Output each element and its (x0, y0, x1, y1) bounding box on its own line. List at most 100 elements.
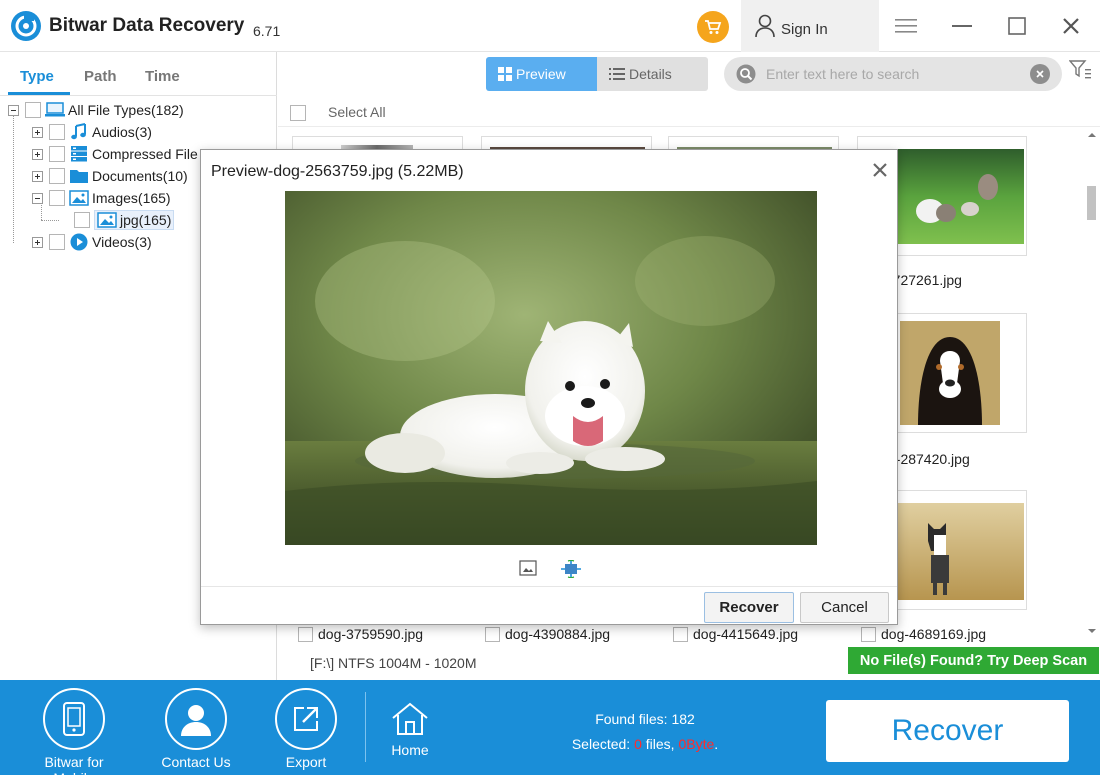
maximize-button[interactable] (1003, 12, 1031, 40)
fit-to-window-icon[interactable] (519, 560, 537, 576)
file-item[interactable]: dog-3759590.jpg (298, 626, 423, 642)
close-button[interactable] (1057, 12, 1085, 40)
thumbnail-image (900, 321, 1000, 425)
contact-us-button[interactable]: Contact Us (146, 688, 246, 770)
selected-mid: files, (641, 736, 679, 752)
preview-dialog: Preview-dog-2563759.jpg (5.22MB) Recover… (200, 149, 898, 625)
preview-view-button[interactable]: Preview (486, 57, 597, 91)
preview-label: Preview (516, 66, 566, 82)
dialog-recover-button[interactable]: Recover (704, 592, 794, 623)
selected-prefix: Selected: (571, 736, 635, 752)
tree-item-all[interactable]: All File Types(182) (8, 100, 184, 120)
dialog-cancel-button[interactable]: Cancel (800, 592, 889, 623)
collapse-toggle[interactable] (32, 192, 43, 204)
tree-item-images[interactable]: Images(165) (32, 188, 171, 208)
menu-button[interactable] (892, 12, 920, 40)
select-all-checkbox[interactable] (290, 105, 306, 121)
search-input[interactable] (766, 63, 1016, 85)
person-icon (165, 688, 227, 750)
found-files-count: Found files: 182 (595, 711, 695, 727)
preview-image (285, 191, 817, 545)
tree-label: Videos(3) (92, 234, 152, 250)
drive-info: [F:\] NTFS 1004M - 1020M (310, 655, 477, 671)
select-all-label[interactable]: Select All (328, 104, 386, 120)
tree-connector (13, 116, 14, 243)
checkbox[interactable] (74, 212, 90, 228)
active-tab-indicator (8, 92, 70, 95)
collapse-toggle[interactable] (8, 104, 19, 116)
bitwar-mobile-label: Bitwar for Mobile (44, 754, 104, 775)
checkbox[interactable] (298, 626, 313, 642)
file-item[interactable]: dog-4390884.jpg (485, 626, 610, 642)
checkbox[interactable] (25, 102, 41, 118)
checkbox[interactable] (49, 234, 65, 250)
export-button[interactable]: Export (256, 688, 356, 770)
bottom-bar: Bitwar for Mobile Contact Us Export Home… (0, 680, 1100, 775)
expand-toggle[interactable] (32, 126, 43, 138)
home-icon (392, 702, 428, 735)
clear-search-button[interactable] (1030, 64, 1050, 84)
scrollbar[interactable] (1084, 128, 1100, 640)
tree-label: Images(165) (92, 190, 171, 206)
file-name-row: dog-3759590.jpg dog-4390884.jpg dog-4415… (278, 624, 1086, 642)
checkbox[interactable] (49, 146, 65, 162)
file-name-label: dog-4390884.jpg (505, 626, 611, 642)
home-label: Home (391, 742, 429, 758)
actual-size-icon[interactable] (561, 560, 581, 578)
file-item[interactable]: dog-4689169.jpg (861, 626, 986, 642)
selected-node[interactable]: jpg(165) (94, 210, 175, 230)
checkbox[interactable] (49, 190, 65, 206)
tree-label: All File Types(182) (68, 102, 184, 118)
thumbnail-image (898, 149, 1024, 244)
scrollbar-thumb[interactable] (1087, 186, 1096, 220)
checkbox[interactable] (861, 626, 876, 642)
maximize-icon (1008, 17, 1026, 35)
dialog-title: Preview-dog-2563759.jpg (5.22MB) (211, 163, 464, 180)
app-logo-icon (11, 11, 41, 41)
cart-button[interactable] (697, 11, 729, 43)
tree-item-documents[interactable]: Documents(10) (32, 166, 188, 186)
sign-in-button[interactable]: Sign In (741, 0, 879, 52)
view-tabs: Type Path Time (0, 52, 277, 96)
search-icon (736, 64, 756, 84)
tab-time[interactable]: Time (145, 68, 180, 85)
contact-us-label: Contact Us (161, 754, 231, 770)
filter-icon[interactable] (1069, 60, 1091, 80)
bitwar-mobile-button[interactable]: Bitwar for Mobile (24, 688, 124, 775)
expand-toggle[interactable] (32, 148, 43, 160)
user-icon (755, 14, 775, 38)
checkbox[interactable] (673, 626, 688, 642)
scroll-down-icon[interactable] (1087, 626, 1097, 636)
deep-scan-button[interactable]: No File(s) Found? Try Deep Scan (848, 647, 1099, 674)
scroll-up-icon[interactable] (1087, 130, 1097, 140)
checkbox[interactable] (49, 168, 65, 184)
app-version: 6.71 (253, 23, 281, 39)
tree-item-jpg[interactable]: jpg(165) (74, 210, 175, 230)
file-name-label[interactable]: -727261.jpg (888, 272, 962, 288)
tab-path[interactable]: Path (84, 68, 117, 85)
title-bar: Bitwar Data Recovery 6.71 Sign In (0, 0, 1100, 52)
recover-button[interactable]: Recover (826, 700, 1069, 762)
tree-item-compressed[interactable]: Compressed File (32, 144, 198, 164)
checkbox[interactable] (49, 124, 65, 140)
checkbox[interactable] (485, 626, 500, 642)
tree-label: Documents(10) (92, 168, 188, 184)
tab-type[interactable]: Type (20, 68, 54, 85)
export-label: Export (285, 754, 327, 770)
tree-item-videos[interactable]: Videos(3) (32, 232, 152, 252)
file-item[interactable]: dog-4415649.jpg (673, 626, 798, 642)
sign-in-label: Sign In (781, 21, 828, 38)
cart-icon (705, 20, 722, 34)
expand-toggle[interactable] (32, 236, 43, 248)
expand-toggle[interactable] (32, 170, 43, 182)
minimize-button[interactable] (948, 12, 976, 40)
close-icon (1036, 70, 1044, 78)
tree-item-audios[interactable]: Audios(3) (32, 122, 152, 142)
close-icon[interactable] (872, 162, 888, 178)
tree-label: Audios(3) (92, 124, 152, 140)
details-view-button[interactable]: Details (597, 57, 708, 91)
home-button[interactable]: Home (380, 702, 440, 758)
archive-icon (69, 145, 89, 163)
file-name-label[interactable]: g-287420.jpg (888, 451, 970, 467)
view-toggle: Preview Details (486, 57, 708, 91)
